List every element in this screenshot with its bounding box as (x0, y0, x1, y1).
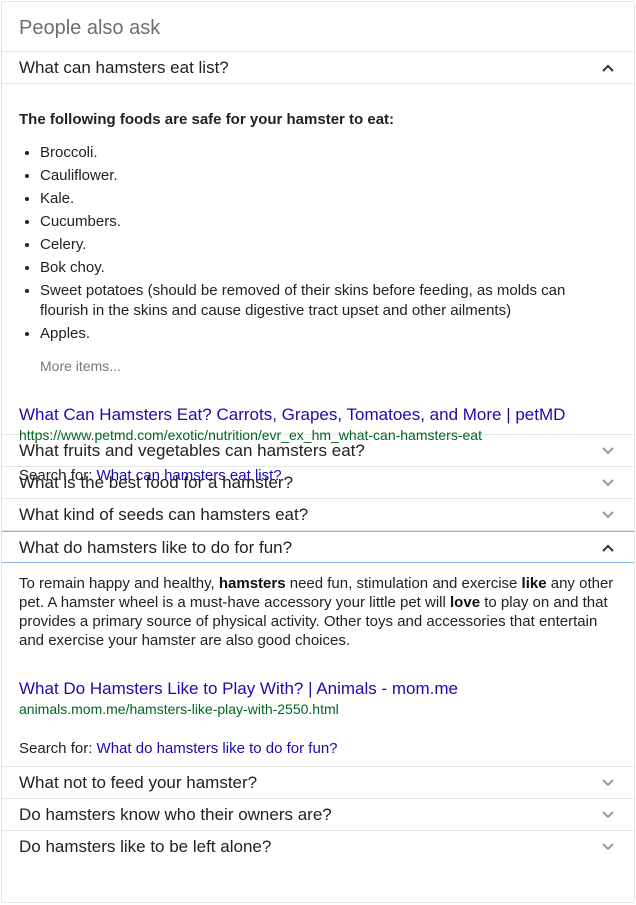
panel-title: People also ask (2, 2, 634, 52)
question-text: Do hamsters know who their owners are? (19, 805, 332, 824)
snippet-text: need fun, stimulation and exercise (285, 575, 522, 592)
question-text: What do hamsters like to do for fun? (19, 538, 293, 557)
list-item: Cauliflower. (40, 166, 614, 186)
search-for-line: Search for: What do hamsters like to do … (19, 739, 614, 759)
question-text: What fruits and vegetables can hamsters … (19, 441, 365, 460)
chevron-down-icon[interactable] (602, 510, 614, 520)
result-link-petmd[interactable]: What Can Hamsters Eat? Carrots, Grapes, … (19, 404, 614, 426)
people-also-ask-panel: People also ask What can hamsters eat li… (1, 1, 635, 903)
list-item: Broccoli. (40, 143, 614, 163)
snippet-text: To remain happy and healthy, (19, 575, 219, 592)
list-item: Sweet potatoes (should be removed of the… (40, 281, 614, 321)
question-row-1[interactable]: What can hamsters eat list? (2, 52, 634, 84)
snippet-bold: love (450, 594, 481, 611)
question-row-8[interactable]: Do hamsters like to be left alone? (2, 831, 634, 863)
food-list: Broccoli. Cauliflower. Kale. Cucumbers. … (19, 143, 614, 344)
snippet-bold: hamsters (218, 575, 286, 592)
list-item: Cucumbers. (40, 212, 614, 232)
question-row-2[interactable]: What fruits and vegetables can hamsters … (2, 435, 634, 467)
list-item: Bok choy. (40, 258, 614, 278)
answer-panel-1: The following foods are safe for your ha… (2, 84, 634, 484)
answer-snippet: To remain happy and healthy, hamsters ne… (19, 563, 614, 650)
question-text: Do hamsters like to be left alone? (19, 837, 272, 856)
result-url: animals.mom.me/hamsters-like-play-with-2… (19, 701, 339, 717)
answer-panel-5: To remain happy and healthy, hamsters ne… (2, 563, 634, 767)
chevron-down-icon[interactable] (602, 446, 614, 456)
question-row-6[interactable]: What not to feed your hamster? (2, 767, 634, 799)
search-for-label: Search for: (19, 740, 97, 757)
chevron-down-icon[interactable] (602, 778, 614, 788)
chevron-up-icon[interactable] (602, 543, 614, 553)
question-text: What can hamsters eat list? (19, 58, 229, 77)
question-row-5[interactable]: What do hamsters like to do for fun? (2, 531, 634, 563)
question-row-7[interactable]: Do hamsters know who their owners are? (2, 799, 634, 831)
question-text: What kind of seeds can hamsters eat? (19, 505, 309, 524)
chevron-down-icon[interactable] (602, 842, 614, 852)
list-item: Celery. (40, 235, 614, 255)
chevron-down-icon[interactable] (602, 478, 614, 488)
list-item: Apples. (40, 324, 614, 344)
search-for-link[interactable]: What do hamsters like to do for fun? (97, 740, 338, 757)
question-text: What not to feed your hamster? (19, 773, 258, 792)
chevron-up-icon[interactable] (602, 63, 614, 73)
chevron-down-icon[interactable] (602, 810, 614, 820)
question-row-3[interactable]: What is the best food for a hamster? (2, 467, 634, 499)
list-item: Kale. (40, 189, 614, 209)
question-row-4[interactable]: What kind of seeds can hamsters eat? (2, 499, 634, 531)
more-items-text: More items... (40, 358, 121, 374)
question-text: What is the best food for a hamster? (19, 473, 294, 492)
result-link-momme[interactable]: What Do Hamsters Like to Play With? | An… (19, 678, 614, 700)
answer-heading: The following foods are safe for your ha… (19, 111, 395, 128)
snippet-bold: like (521, 575, 547, 592)
